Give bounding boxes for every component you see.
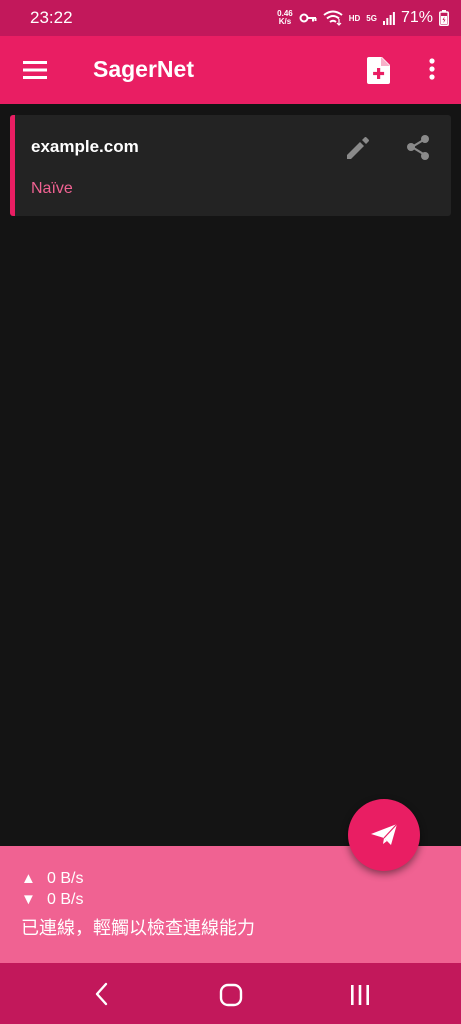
signal-icon bbox=[382, 12, 395, 25]
upload-speed: 0 B/s bbox=[47, 869, 84, 887]
add-profile-icon[interactable] bbox=[366, 56, 392, 84]
selected-indicator bbox=[10, 115, 15, 216]
share-icon[interactable] bbox=[404, 133, 434, 163]
profile-card[interactable]: example.com Naïve bbox=[10, 115, 451, 216]
download-row: ▼ 0 B/s bbox=[21, 889, 461, 910]
connect-button[interactable] bbox=[348, 799, 420, 871]
upload-row: ▲ 0 B/s bbox=[21, 868, 461, 889]
profile-name: example.com bbox=[31, 137, 139, 156]
battery-charging-icon bbox=[439, 10, 449, 26]
edit-icon[interactable] bbox=[343, 133, 373, 163]
more-vert-icon[interactable] bbox=[424, 56, 440, 84]
wifi-icon bbox=[323, 10, 343, 26]
navigation-bar bbox=[0, 963, 461, 1024]
status-time: 23:22 bbox=[30, 8, 73, 27]
home-icon[interactable] bbox=[218, 982, 244, 1008]
status-icons: 0.46 K/s HD 5G 71% bbox=[277, 9, 449, 27]
back-icon[interactable] bbox=[90, 981, 114, 1007]
connection-status: 已連線，輕觸以檢查連線能力 bbox=[21, 918, 255, 938]
battery-percent: 71% bbox=[400, 9, 433, 26]
upload-arrow-icon: ▲ bbox=[21, 870, 36, 887]
app-bar: SagerNet bbox=[0, 36, 461, 104]
send-icon bbox=[371, 823, 398, 845]
recent-apps-icon[interactable] bbox=[347, 982, 373, 1008]
net-speed-unit: K/s bbox=[278, 17, 292, 26]
download-speed: 0 B/s bbox=[47, 890, 84, 908]
hd-label: HD bbox=[348, 13, 361, 23]
net-speed: 0.46 K/s bbox=[277, 10, 293, 26]
profile-type: Naïve bbox=[31, 180, 73, 197]
download-arrow-icon: ▼ bbox=[21, 891, 36, 908]
app-title: SagerNet bbox=[93, 56, 194, 82]
menu-icon[interactable] bbox=[23, 58, 49, 82]
network-label: 5G bbox=[366, 13, 377, 23]
status-bar: 23:22 0.46 K/s HD 5G 71% bbox=[0, 0, 461, 36]
vpn-key-icon bbox=[299, 13, 317, 23]
